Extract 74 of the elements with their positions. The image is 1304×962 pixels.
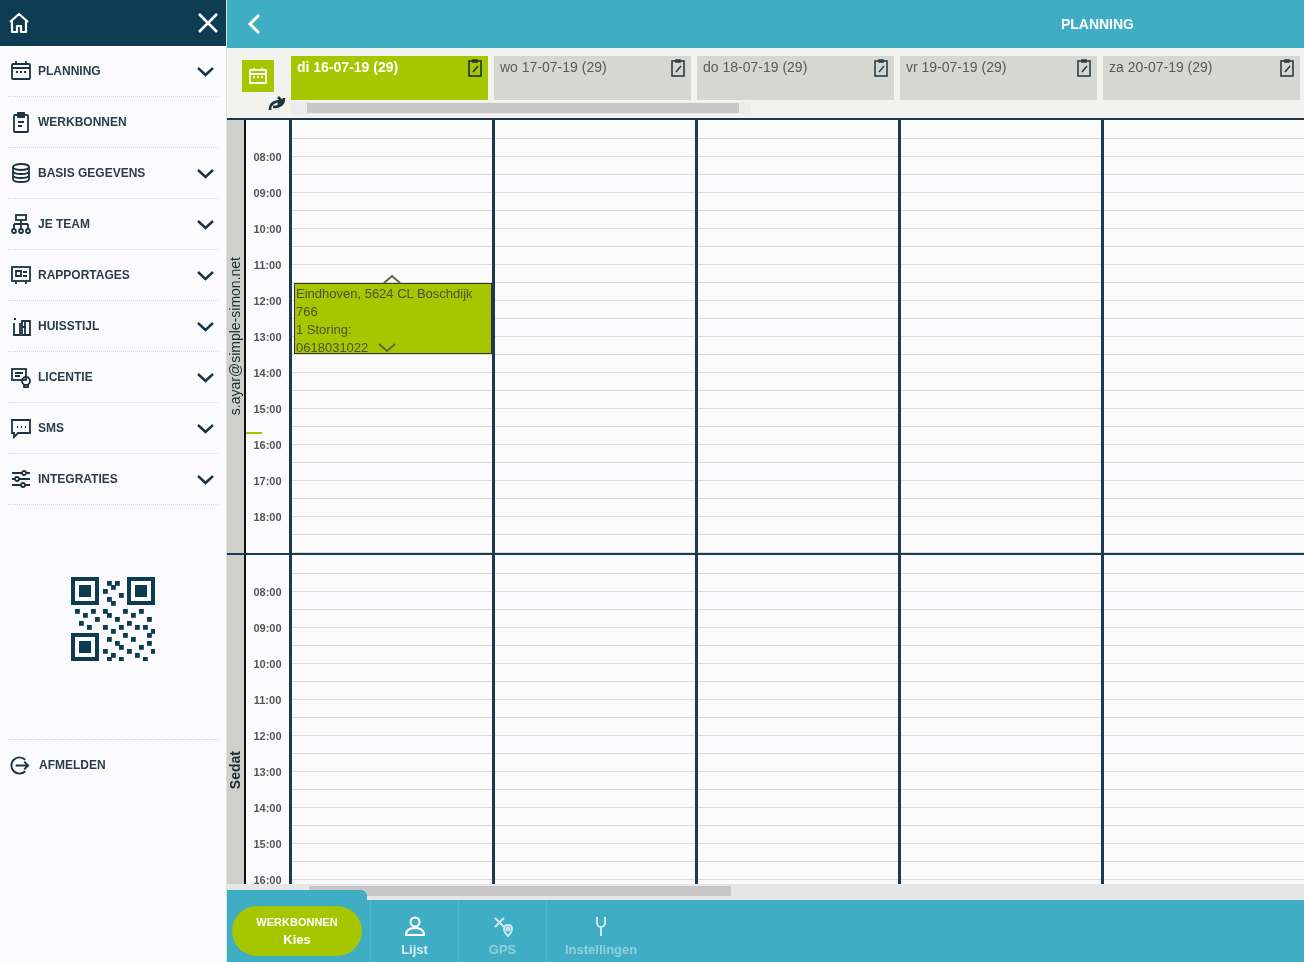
edit-clipboard-icon[interactable] <box>1077 59 1091 77</box>
sidebar-item[interactable]: JE TEAM <box>8 199 218 250</box>
calendar-icon <box>10 60 32 82</box>
time-label: 10:00 <box>253 223 282 235</box>
chevron-down-icon[interactable] <box>197 65 214 77</box>
clipboard-icon <box>10 111 32 133</box>
presentation-board-icon <box>10 264 32 286</box>
chevron-down-icon[interactable] <box>197 167 214 179</box>
scrollbar-thumb[interactable] <box>307 103 739 113</box>
close-icon[interactable] <box>197 12 219 34</box>
time-label: 12:00 <box>253 295 282 307</box>
sidebar-item[interactable]: SMS <box>8 403 218 454</box>
time-label: 15:00 <box>253 403 282 415</box>
back-icon[interactable] <box>247 13 261 35</box>
certificate-icon <box>10 366 32 388</box>
person-icon <box>403 914 426 937</box>
appointment-block[interactable]: Eindhoven, 5624 CL Boschdijk 766 1 Storing: 0618031022 <box>294 283 492 354</box>
time-label: 14:00 <box>253 802 282 814</box>
appointment-text: 0618031022 <box>296 339 369 357</box>
appointment-text: 1 Storing: <box>296 321 353 339</box>
chevron-down-icon[interactable] <box>197 218 214 230</box>
database-icon <box>10 162 32 184</box>
sidebar-item[interactable]: WERKBONNEN <box>8 97 218 148</box>
resource-name: s.ayar@simple-simon.net <box>227 257 244 416</box>
hierarchy-icon <box>10 213 32 235</box>
time-label: 11:00 <box>253 259 282 271</box>
sidebar-item[interactable]: BASIS GEGEVENS <box>8 148 218 199</box>
time-label: 09:00 <box>253 187 282 199</box>
time-label: 15:00 <box>253 838 282 850</box>
edit-clipboard-icon[interactable] <box>874 59 888 77</box>
time-label: 13:00 <box>253 331 282 343</box>
swap-icon[interactable] <box>267 95 287 113</box>
tools-location-icon <box>491 914 514 937</box>
sidebar-item[interactable]: LICENTIE <box>8 352 218 403</box>
time-label: 10:00 <box>253 658 282 670</box>
edit-clipboard-icon[interactable] <box>671 59 685 77</box>
time-label: 14:00 <box>253 367 282 379</box>
day-tab[interactable]: do 18-07-19 (29) <box>697 56 894 100</box>
logout-item[interactable]: AFMELDEN <box>0 740 226 790</box>
sidebar-item[interactable]: RAPPORTAGES <box>8 250 218 301</box>
day-tab[interactable]: vr 19-07-19 (29) <box>900 56 1097 100</box>
chevron-up-icon[interactable] <box>383 274 401 284</box>
chevron-down-icon[interactable] <box>197 320 214 332</box>
time-label: 08:00 <box>253 586 282 598</box>
chat-icon <box>10 417 32 439</box>
sidebar-item[interactable]: INTEGRATIES <box>8 454 218 505</box>
chevron-down-icon[interactable] <box>197 473 214 485</box>
scrollbar-thumb[interactable] <box>309 886 731 896</box>
time-label: 11:00 <box>253 694 282 706</box>
time-label: 12:00 <box>253 730 282 742</box>
sidebar-item[interactable]: PLANNING <box>8 46 218 97</box>
time-label: 09:00 <box>253 622 282 634</box>
time-label: 18:00 <box>253 511 282 523</box>
home-icon[interactable] <box>7 11 31 35</box>
time-label: 13:00 <box>253 766 282 778</box>
day-tab[interactable]: za 20-07-19 (29) <box>1103 56 1300 100</box>
edit-clipboard-icon[interactable] <box>468 59 482 77</box>
appointment-text: Eindhoven, 5624 CL Boschdijk 766 <box>296 285 474 321</box>
page-title: PLANNING <box>1060 14 1134 34</box>
current-time-marker <box>246 432 262 434</box>
logout-icon <box>9 754 30 776</box>
time-label: 17:00 <box>253 475 282 487</box>
edit-clipboard-icon[interactable] <box>1280 59 1294 77</box>
time-label: 08:00 <box>253 151 282 163</box>
chevron-down-icon[interactable] <box>197 371 214 383</box>
day-tab[interactable]: wo 17-07-19 (29) <box>494 56 691 100</box>
calendar-icon <box>249 68 267 84</box>
time-label: 16:00 <box>253 439 282 451</box>
resource-name: Sedat <box>227 751 244 790</box>
sliders-icon <box>10 468 32 490</box>
time-label: 16:00 <box>253 874 282 884</box>
chevron-down-icon[interactable] <box>197 422 214 434</box>
chevron-down-icon[interactable] <box>197 269 214 281</box>
sidebar-item[interactable]: HUISSTIJL <box>8 301 218 352</box>
